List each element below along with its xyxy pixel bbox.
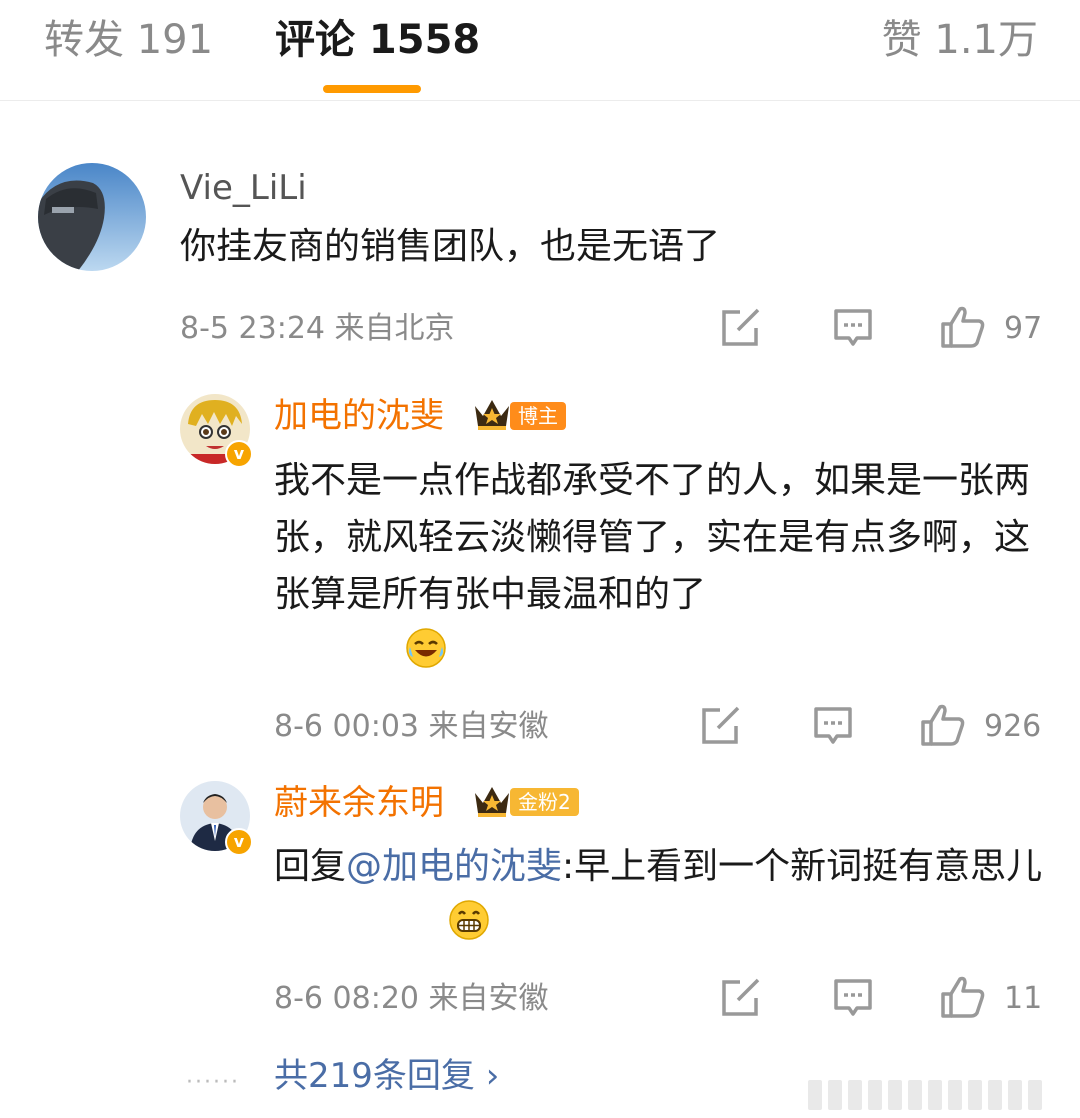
thumbs-up-icon[interactable] xyxy=(940,305,986,349)
reply-text: :早上看到一个新词挺有意思儿 xyxy=(562,846,1043,887)
comment-icon[interactable] xyxy=(813,706,853,748)
crown-icon xyxy=(475,787,509,817)
username[interactable]: 加电的沈斐 xyxy=(274,394,444,438)
tab-bar: 转发 191 评论 1558 赞 1.1万 xyxy=(0,0,1080,101)
comment-meta: 8-5 23:24 来自北京 xyxy=(180,311,455,346)
like-count: 11 xyxy=(1004,981,1043,1016)
laugh-cry-emoji xyxy=(406,628,446,668)
verified-v-icon: v xyxy=(225,828,253,856)
thumbs-up-icon[interactable] xyxy=(940,975,986,1019)
blogger-tag: 博主 xyxy=(510,402,566,430)
active-tab-indicator xyxy=(323,85,421,93)
crown-icon xyxy=(475,400,509,430)
comment-icon[interactable] xyxy=(833,978,873,1020)
comment-text: 我不是一点作战都承受不了的人，如果是一张两张，就风轻云淡懒得管了，实在是有点多啊… xyxy=(274,460,1031,615)
edit-icon[interactable] xyxy=(700,706,744,746)
grin-emoji xyxy=(449,900,489,940)
comment-text: 你挂友商的销售团队，也是无语了 xyxy=(180,226,721,267)
comment-meta: 8-6 00:03 来自安徽 xyxy=(274,709,549,744)
fan-level-tag: 金粉2 xyxy=(510,788,579,816)
tab-comments[interactable]: 评论 1558 xyxy=(275,14,480,66)
edit-icon[interactable] xyxy=(720,308,764,348)
tab-repost[interactable]: 转发 191 xyxy=(44,14,213,66)
username[interactable]: 蔚来余东明 xyxy=(274,781,444,825)
verified-v-icon: v xyxy=(225,440,253,468)
like-count: 97 xyxy=(1004,311,1043,346)
more-replies-link[interactable]: 共219条回复 › xyxy=(274,1054,499,1098)
avatar[interactable] xyxy=(38,163,146,271)
edit-icon[interactable] xyxy=(720,978,764,1018)
divider-dots: ······ xyxy=(186,1070,240,1095)
tab-likes[interactable]: 赞 1.1万 xyxy=(882,14,1038,66)
like-count: 926 xyxy=(984,709,1042,744)
comment-icon[interactable] xyxy=(833,308,873,350)
mention-link[interactable]: @加电的沈斐 xyxy=(346,846,562,887)
username[interactable]: Vie_LiLi xyxy=(180,166,307,210)
comment-text: 回复@加电的沈斐:早上看到一个新词挺有意思儿 xyxy=(274,838,1044,895)
comment-meta: 8-6 08:20 来自安徽 xyxy=(274,981,549,1016)
reply-prefix: 回复 xyxy=(274,846,347,887)
watermark xyxy=(808,1080,1042,1110)
thumbs-up-icon[interactable] xyxy=(920,703,966,747)
